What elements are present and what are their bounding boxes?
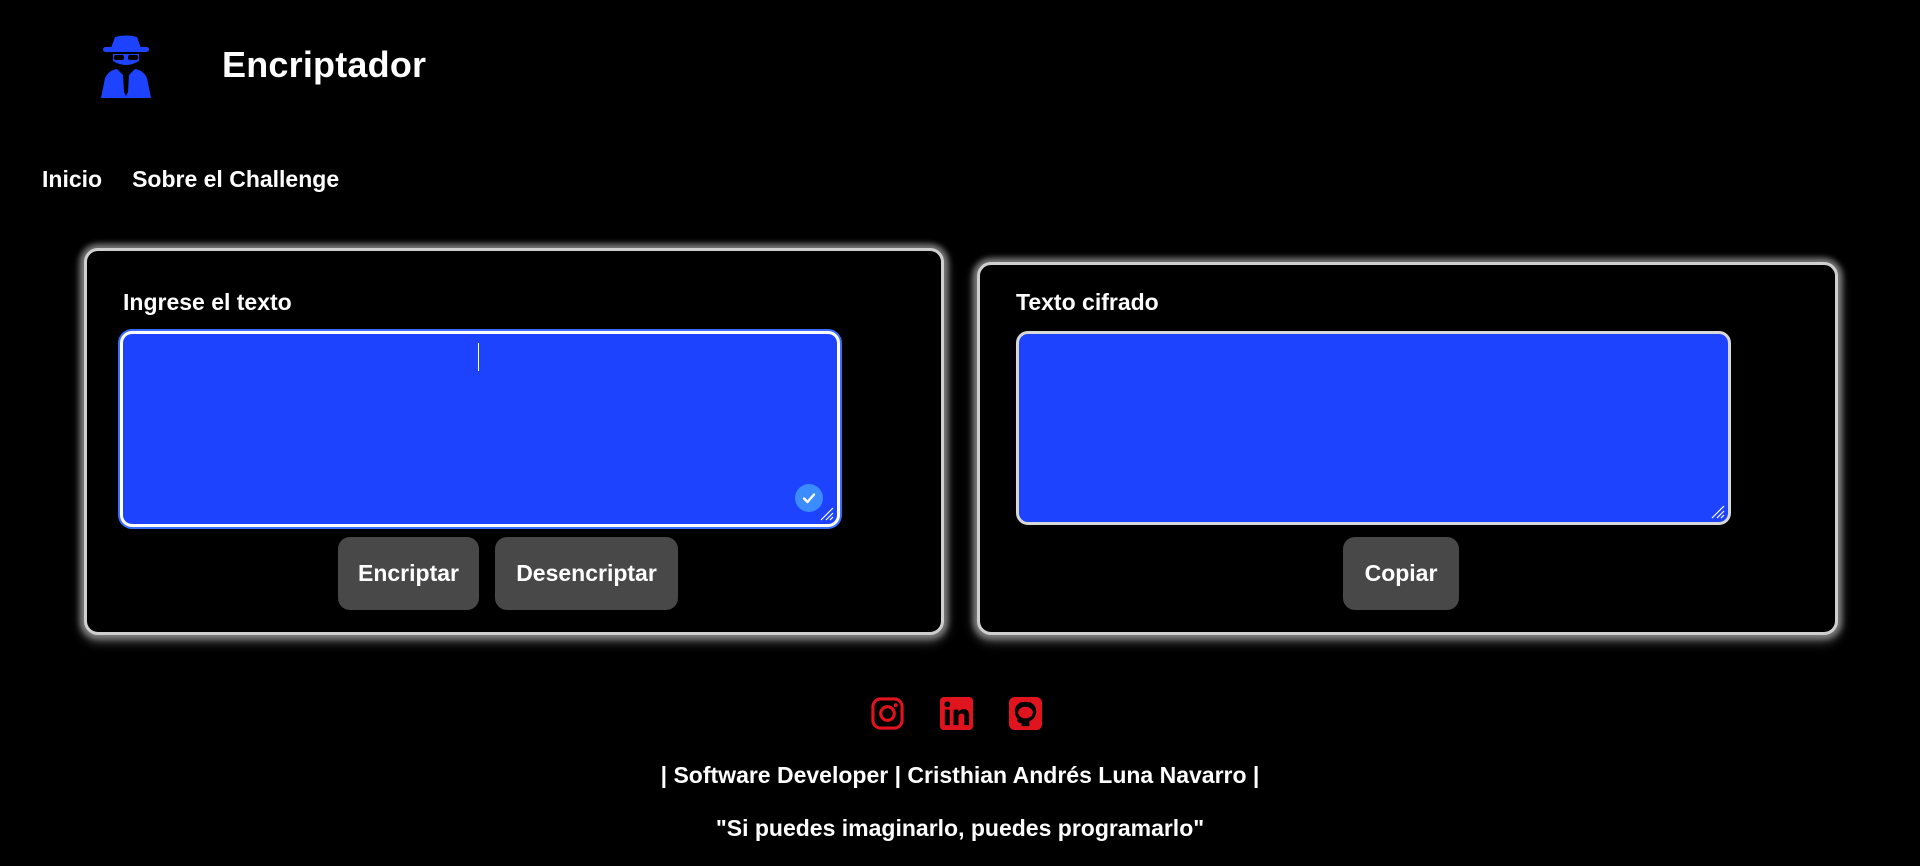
github-icon[interactable] [1008,696,1043,731]
footer-credit: | Software Developer | Cristhian Andrés … [660,762,1260,788]
decrypt-button[interactable]: Desencriptar [495,537,678,610]
input-panel: Ingrese el texto Encriptar Desencriptar [84,248,944,635]
app-title: Encriptador [222,44,427,85]
input-textarea[interactable] [120,331,840,527]
text-caret [478,343,479,371]
header: Encriptador [0,0,1920,130]
main-nav: Inicio Sobre el Challenge [42,166,339,193]
linkedin-icon[interactable] [939,696,974,731]
nav-item-sobre-el-challenge[interactable]: Sobre el Challenge [132,166,339,193]
instagram-icon[interactable] [870,696,905,731]
encrypt-button[interactable]: Encriptar [338,537,479,610]
social-links [870,696,1043,731]
footer-quote: "Si puedes imaginarlo, puedes programarl… [715,815,1205,841]
output-textarea[interactable] [1016,331,1731,525]
nav-item-inicio[interactable]: Inicio [42,166,102,193]
input-label: Ingrese el texto [123,289,292,315]
copy-button[interactable]: Copiar [1343,537,1459,610]
output-panel: Texto cifrado Copiar [977,262,1838,635]
resize-handle-icon[interactable] [1709,503,1725,519]
resize-handle-icon[interactable] [818,505,834,521]
spy-agent-icon [101,35,151,98]
output-label: Texto cifrado [1016,289,1159,315]
